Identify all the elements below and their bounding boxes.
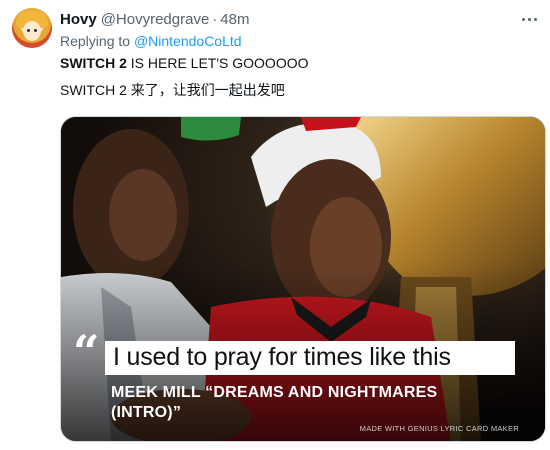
tweet-header: Hovy @Hovyredgrave · 48m bbox=[60, 10, 249, 28]
tweet-card[interactable]: Hovy @Hovyredgrave · 48m Replying to @Ni… bbox=[0, 0, 550, 450]
replying-to: Replying to @NintendoCoLtd bbox=[60, 33, 242, 49]
media-image[interactable]: “ I used to pray for times like this MEE… bbox=[60, 116, 546, 442]
replying-to-prefix: Replying to bbox=[60, 33, 131, 49]
separator-dot: · bbox=[212, 10, 218, 28]
avatar[interactable] bbox=[12, 8, 52, 48]
avatar-eye bbox=[27, 29, 30, 32]
replying-to-link[interactable]: @NintendoCoLtd bbox=[134, 33, 242, 49]
more-dot bbox=[527, 17, 531, 21]
author-handle[interactable]: @Hovyredgrave bbox=[101, 11, 210, 28]
more-dot bbox=[533, 17, 537, 21]
quote-icon: “ bbox=[73, 325, 100, 379]
timestamp[interactable]: 48m bbox=[220, 11, 249, 28]
watermark: MADE WITH GENIUS LYRIC CARD MAKER bbox=[359, 424, 519, 433]
tweet-text-rest: IS HERE LET'S GOOOOOO bbox=[126, 55, 309, 71]
more-options-icon[interactable] bbox=[518, 8, 540, 30]
tweet-text-bold: SWITCH 2 bbox=[60, 55, 127, 71]
avatar-eye bbox=[34, 29, 37, 32]
lyric-attribution: MEEK MILL “DREAMS AND NIGHTMARES (INTRO)… bbox=[111, 384, 438, 421]
more-dot bbox=[521, 17, 525, 21]
tweet-text-line-1: SWITCH 2 IS HERE LET'S GOOOOOO bbox=[60, 55, 309, 71]
tweet-text-line-2: SWITCH 2 来了，让我们一起出发吧 bbox=[60, 82, 285, 98]
author-name[interactable]: Hovy bbox=[60, 11, 97, 28]
lyric-text: I used to pray for times like this bbox=[113, 343, 451, 371]
avatar-face bbox=[23, 21, 41, 41]
